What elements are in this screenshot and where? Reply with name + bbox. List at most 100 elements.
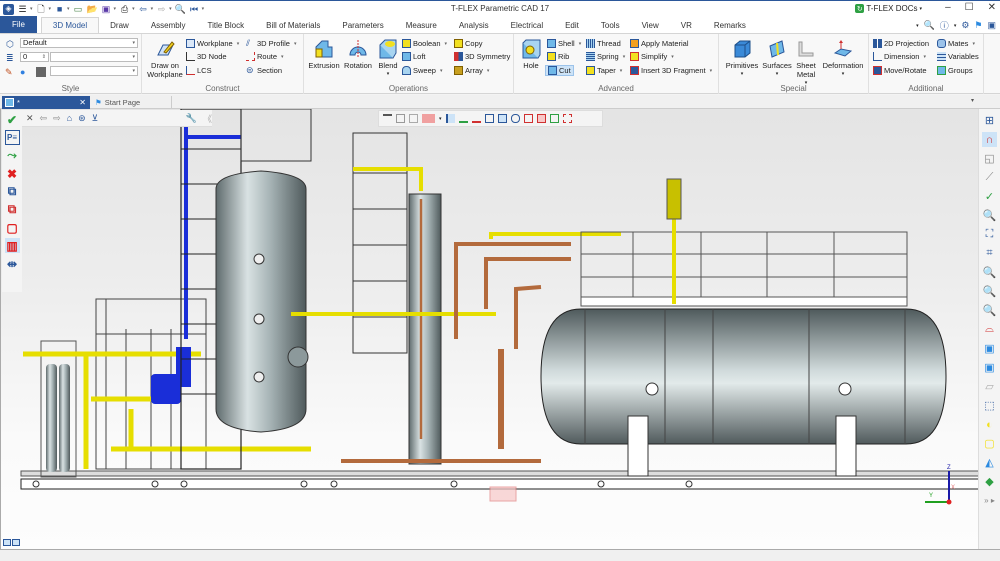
tab-measure[interactable]: Measure [395, 17, 448, 33]
tab-draw[interactable]: Draw [99, 17, 140, 33]
style-select[interactable]: Default ▾ [20, 38, 138, 48]
2d-projection-button[interactable]: 2D Projection [873, 39, 929, 48]
body-filter-icon[interactable] [523, 114, 533, 123]
array-button[interactable]: Array ▾ [454, 66, 489, 75]
dropdown-icon[interactable]: ▾ [114, 6, 117, 12]
close-tab-icon[interactable]: ✕ [79, 98, 86, 107]
confirm-check-icon[interactable]: ✔ [5, 112, 20, 127]
tab-tools[interactable]: Tools [590, 17, 631, 33]
dropdown-icon[interactable]: ▾ [67, 6, 70, 12]
dropdown-icon[interactable]: ▾ [169, 6, 172, 12]
3d-viewport[interactable]: Z Y X [0, 109, 978, 549]
color-select[interactable]: ▾ [50, 66, 138, 76]
filter-icon[interactable] [383, 114, 392, 123]
multi-body-icon[interactable]: ▥ [4, 238, 20, 253]
shaded-icon[interactable]: ▢ [982, 436, 997, 451]
expand-icon[interactable]: ⊻ [92, 113, 99, 124]
open-icon[interactable]: 📂 [86, 4, 97, 15]
edge-display-icon[interactable]: ◭ [982, 455, 997, 470]
symmetric-icon[interactable]: ⇹ [5, 256, 20, 271]
redo-icon[interactable]: ⇨ [156, 4, 167, 15]
insert-3d-fragment-button[interactable]: Insert 3D Fragment ▾ [630, 66, 712, 75]
tabs-dropdown-icon[interactable]: ▾ [971, 97, 974, 104]
groups-button[interactable]: Groups [937, 66, 973, 75]
plane-view-icon[interactable]: ⏥ [982, 379, 997, 394]
search-commands-icon[interactable]: 🔍 [924, 20, 935, 31]
lcs-button[interactable]: LCS [186, 66, 212, 75]
car-view-icon[interactable]: ⌓ [982, 322, 997, 337]
zoom-face-icon[interactable]: ⧉ [5, 202, 20, 217]
tab-analysis[interactable]: Analysis [448, 17, 500, 33]
taper-button[interactable]: Taper ▾ [586, 66, 622, 75]
section-view-icon[interactable]: ◐ [982, 417, 997, 432]
color-palette-icon[interactable]: ● [20, 67, 25, 77]
forward-icon[interactable]: ⇨ [53, 113, 61, 124]
dimension-button[interactable]: Dimension ▾ [873, 52, 926, 61]
rotation-button[interactable]: Rotation [342, 39, 374, 70]
tab-view[interactable]: View [631, 17, 670, 33]
3d-profile-button[interactable]: ⫽ 3D Profile ▾ [246, 39, 296, 49]
filter-box-icon[interactable] [396, 114, 405, 123]
new-3d-icon[interactable]: ■ [54, 4, 65, 15]
body-select-icon[interactable]: ▢ [5, 220, 20, 235]
check-bodies-icon[interactable]: ▣ [982, 360, 997, 375]
pick-color-icon[interactable]: ✎ [5, 67, 13, 78]
loft-button[interactable]: Loft [402, 52, 426, 61]
link-icon[interactable] [510, 114, 520, 123]
blend-button[interactable]: Blend ▾ [376, 39, 400, 79]
close-button[interactable]: ✕ [988, 2, 996, 13]
chevron-down-icon[interactable]: ▾ [954, 23, 957, 29]
3d-node-button[interactable]: 3D Node [186, 52, 227, 61]
simplify-button[interactable]: Simplify ▾ [630, 52, 674, 61]
thread-button[interactable]: Thread [586, 39, 621, 48]
tab-bill-of-materials[interactable]: Bill of Materials [255, 17, 331, 33]
measure-icon[interactable]: ⟋ [982, 170, 997, 185]
document-tab-start-page[interactable]: ⚑ Start Page [92, 96, 172, 109]
undo-icon[interactable]: ⇦ [138, 4, 149, 15]
customize-icon[interactable]: ▾ [202, 6, 205, 12]
rib-button[interactable]: Rib [547, 52, 569, 61]
workplane-button[interactable]: Workplane ▾ [186, 39, 239, 48]
tab-parameters[interactable]: Parameters [331, 17, 394, 33]
snap-check-icon[interactable]: ✓ [982, 189, 997, 204]
layer-spinner[interactable]: 0 ⇕ [20, 52, 49, 62]
window-layout-icon[interactable]: ▣ [987, 20, 996, 31]
check-body-icon[interactable]: ▣ [982, 341, 997, 356]
minimize-button[interactable]: – [945, 2, 951, 13]
copy-button[interactable]: Copy [454, 39, 483, 48]
select-all-filter-icon[interactable] [458, 114, 468, 123]
level-select[interactable]: ▾ [50, 52, 138, 62]
color-filter-icon[interactable] [422, 114, 435, 123]
shell-button[interactable]: Shell ▾ [547, 39, 581, 48]
tab-file[interactable]: File [0, 16, 37, 33]
document-tab-active[interactable]: * ✕ [2, 96, 90, 109]
shapes-icon[interactable] [549, 114, 559, 123]
zoom-body-icon[interactable]: ⧉ [5, 184, 20, 199]
filter-group-icon[interactable] [409, 114, 418, 123]
face-filter-icon[interactable] [536, 114, 546, 123]
fit-selection-icon[interactable]: ⌗ [982, 246, 997, 261]
deformation-button[interactable]: Deformation ▾ [821, 39, 865, 79]
chevron-down-icon[interactable]: ▾ [439, 116, 442, 122]
points-icon[interactable] [562, 114, 572, 123]
tab-assembly[interactable]: Assembly [140, 17, 197, 33]
wireframe-icon[interactable]: ⬚ [982, 398, 997, 413]
tab-title-block[interactable]: Title Block [197, 17, 256, 33]
filter-dropdown-icon[interactable]: ▾ [916, 23, 919, 29]
gear-icon[interactable]: ⚙ [961, 20, 969, 31]
mates-button[interactable]: Mates ▾ [937, 39, 975, 48]
app-menu-icon[interactable]: ◈ [3, 3, 14, 15]
boolean-button[interactable]: Boolean ▾ [402, 39, 447, 48]
color-swatch[interactable] [36, 67, 46, 77]
dropdown-icon[interactable]: ▾ [49, 6, 52, 12]
dropdown-icon[interactable]: ▾ [30, 6, 33, 12]
tab-edit[interactable]: Edit [554, 17, 590, 33]
tflex-docs-button[interactable]: ↻ T-FLEX DOCs ▾ [855, 4, 922, 13]
split-vertical-icon[interactable] [3, 539, 11, 546]
select-edge-icon[interactable] [445, 114, 455, 123]
tab-vr[interactable]: VR [670, 17, 703, 33]
spring-button[interactable]: Spring ▾ [586, 52, 625, 61]
tab-remarks[interactable]: Remarks [703, 17, 757, 33]
cut-button[interactable]: Cut [545, 65, 574, 76]
zoom-prev-icon[interactable]: 🔍 [982, 303, 997, 318]
